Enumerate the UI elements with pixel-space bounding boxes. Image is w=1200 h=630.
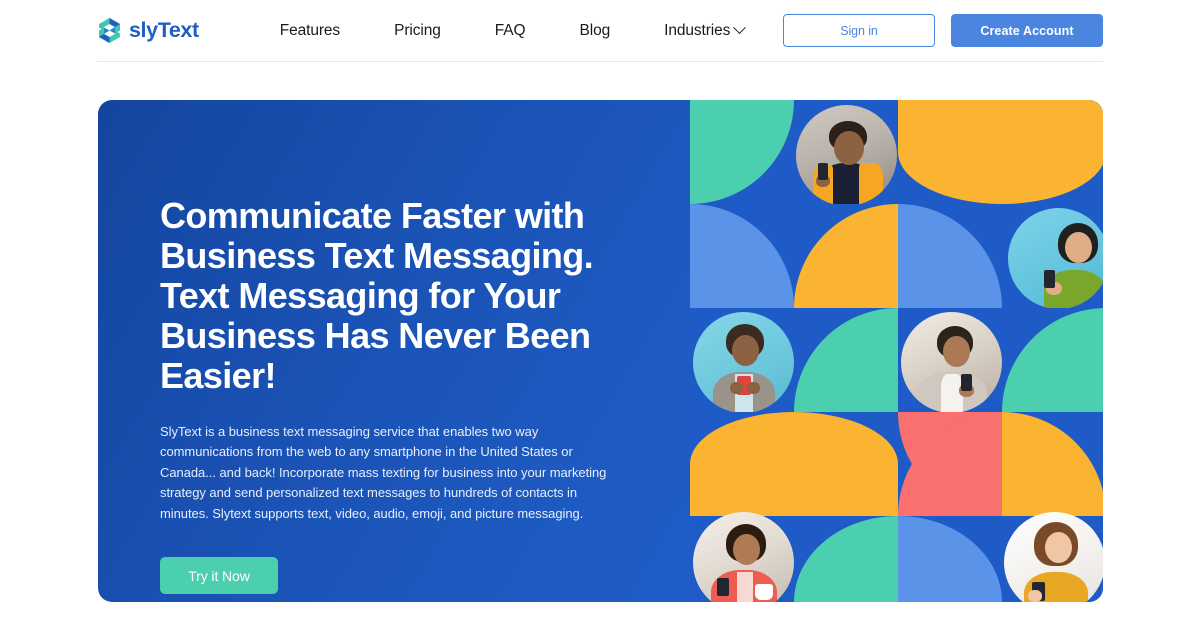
shape-quarter-circle-teal-4 [794,516,898,602]
nav-link-faq[interactable]: FAQ [495,16,526,46]
avatar-phone-icon [1044,270,1055,288]
shape-quarter-circle-lightblue-2 [898,204,1002,308]
hero-title: Communicate Faster with Business Text Me… [160,195,594,396]
avatar-person-5 [693,512,794,602]
avatar-phone-icon [961,374,972,391]
hero-copy: Communicate Faster with Business Text Me… [160,195,640,595]
avatar-vest-right [859,163,883,206]
collage-tile-r4c1 [690,412,898,516]
slytext-logo-icon [99,18,120,43]
try-it-now-button[interactable]: Try it Now [160,557,278,595]
avatar-head [732,335,759,366]
collage-tile-r1c1 [690,100,794,204]
hero-paragraph: SlyText is a business text messaging ser… [160,424,607,521]
collage-tile-r2c2 [794,204,898,308]
shape-half-circle-yellow [898,100,1103,204]
brand-name: slyText [129,18,199,42]
avatar-hand-left [730,382,743,394]
nav-link-features[interactable]: Features [280,16,340,46]
avatar-person-4 [901,312,1002,413]
avatar-shirt [737,572,753,602]
collage-tile-r4c3 [898,412,1002,516]
shape-quarter-circle-teal [690,100,794,204]
shape-half-circle-yellow-2 [690,412,898,516]
avatar-phone-icon [717,578,729,596]
avatar-head [943,336,970,367]
shape-quarter-circle-lightblue [690,204,794,308]
avatar-head [834,131,864,165]
brand-logo[interactable]: slyText [97,17,199,44]
shape-quarter-circle-teal-3 [1002,308,1103,412]
header-inner: slyText Features Pricing FAQ Blog Indust… [97,0,1103,62]
avatar-person-2 [1008,208,1103,309]
chevron-down-icon [733,21,747,35]
main-nav: Features Pricing FAQ Blog Industries [253,16,772,46]
sign-in-button[interactable]: Sign in [783,14,935,47]
shape-quarter-circle-yellow [794,204,898,308]
hero-section: Communicate Faster with Business Text Me… [98,100,1103,602]
avatar-head [1065,232,1092,263]
shape-quarter-circle-yellow-2b [1002,412,1103,516]
avatar-person-1 [796,105,897,206]
avatar-hand-right [747,382,760,394]
hero-collage: Geometric collage of quarter-circles and… [690,100,1103,602]
nav-item-faq[interactable]: FAQ [468,16,553,46]
create-account-button[interactable]: Create Account [951,14,1103,47]
shape-quarter-circle-teal-2 [794,308,898,412]
collage-tile-r4c4 [1002,412,1103,516]
nav-item-pricing[interactable]: Pricing [367,16,468,46]
nav-item-blog[interactable]: Blog [552,16,637,46]
nav-link-pricing[interactable]: Pricing [394,16,441,46]
collage-tile-r3c4 [1002,308,1103,412]
nav-link-blog[interactable]: Blog [579,16,610,46]
collage-tile-r1c3 [898,100,1103,204]
nav-link-industries[interactable]: Industries [664,16,747,46]
avatar-person-6 [1004,512,1103,602]
avatar-hand [1028,590,1042,602]
shape-quarter-circle-lightblue-3 [898,516,1002,602]
nav-link-industries-label: Industries [664,21,731,39]
avatar-mug-icon [755,584,773,600]
nav-item-industries[interactable]: Industries [637,16,771,46]
collage-tile-r5c3 [898,516,1002,602]
collage-tile-r3c2 [794,308,898,412]
avatar-phone-icon [818,163,828,180]
avatar-head [733,534,760,565]
header-actions: Sign in Create Account [783,14,1103,47]
collage-tile-r2c1 [690,204,794,308]
avatar-head [1045,532,1072,563]
avatar-person-3 [693,312,794,413]
collage-tile-r2c3 [898,204,1002,308]
site-header: slyText Features Pricing FAQ Blog Indust… [0,0,1200,62]
nav-item-features[interactable]: Features [253,16,367,46]
collage-tile-r5c2 [794,516,898,602]
